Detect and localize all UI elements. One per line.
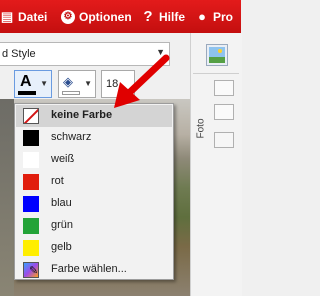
color-option-white[interactable]: weiß: [16, 149, 172, 171]
photo-edge: [0, 99, 14, 296]
photo-option-button-3[interactable]: [214, 132, 234, 148]
style-select-value: d Style: [2, 48, 36, 60]
color-option-label: weiß: [51, 153, 75, 165]
color-option-label: blau: [51, 197, 72, 209]
color-swatch: [23, 152, 39, 168]
right-panel: Foto: [190, 33, 242, 296]
color-option-label: rot: [51, 175, 64, 187]
color-option-yellow[interactable]: gelb: [16, 237, 172, 259]
color-option-label: gelb: [51, 241, 72, 253]
chevron-down-icon: ▼: [84, 79, 92, 88]
font-color-bar: [18, 91, 36, 95]
color-swatch: [23, 196, 39, 212]
panel-divider: [193, 73, 239, 74]
fill-color-bar: [62, 91, 80, 95]
color-swatch: [23, 240, 39, 256]
font-color-button[interactable]: A ▼: [14, 70, 52, 98]
color-dropdown: keine Farbe schwarz weiß rot blau grün g…: [14, 103, 174, 280]
gear-icon: ⚙: [61, 9, 75, 24]
picture-icon-hill: [209, 57, 225, 63]
color-option-label: grün: [51, 219, 74, 231]
photo-option-button-2[interactable]: [214, 104, 234, 120]
color-option-black[interactable]: schwarz: [16, 127, 172, 149]
menu-datei-label: Datei: [18, 9, 48, 24]
question-icon: ?: [143, 7, 153, 25]
eyedropper-icon: ✎: [29, 265, 39, 277]
color-option-blue[interactable]: blau: [16, 193, 172, 215]
fill-bucket-icon: ◈: [63, 74, 73, 89]
chevron-down-icon: ▼: [40, 79, 48, 88]
menu-hilfe-label: Hilfe: [159, 9, 186, 24]
color-picker-icon: ✎: [23, 262, 39, 278]
color-option-green[interactable]: grün: [16, 215, 172, 237]
color-option-custom[interactable]: ✎ Farbe wählen...: [16, 259, 172, 281]
menu-optionen-label: Optionen: [79, 9, 132, 24]
menu-properties-label: Pro: [213, 9, 234, 24]
menu-bar: ▤ Datei ⚙ Optionen ? Hilfe ● Pro: [0, 0, 241, 33]
picture-icon: [209, 47, 225, 57]
color-swatch: [23, 218, 39, 234]
color-option-red[interactable]: rot: [16, 171, 172, 193]
color-option-label: keine Farbe: [51, 109, 113, 121]
color-swatch: [23, 130, 39, 146]
insert-picture-button[interactable]: [206, 44, 228, 66]
foto-label: Foto: [195, 118, 207, 139]
bubbles-icon: ●: [198, 8, 206, 24]
floppy-icon: ▤: [0, 8, 14, 24]
color-option-label: schwarz: [51, 131, 92, 143]
color-option-label: Farbe wählen...: [51, 263, 127, 275]
color-swatch: [23, 174, 39, 190]
picture-icon-sun: [218, 49, 222, 53]
no-color-icon: [23, 108, 39, 124]
fill-color-button[interactable]: ◈ ▼: [58, 70, 96, 98]
menu-properties[interactable]: ● Pro: [195, 0, 233, 33]
text-color-icon: A: [20, 73, 32, 90]
annotation-arrow-icon: [114, 54, 170, 108]
menu-hilfe[interactable]: ? Hilfe: [141, 0, 185, 33]
menu-optionen[interactable]: ⚙ Optionen: [61, 0, 132, 33]
photo-option-button[interactable]: [214, 80, 234, 96]
menu-datei[interactable]: ▤ Datei: [0, 0, 48, 33]
